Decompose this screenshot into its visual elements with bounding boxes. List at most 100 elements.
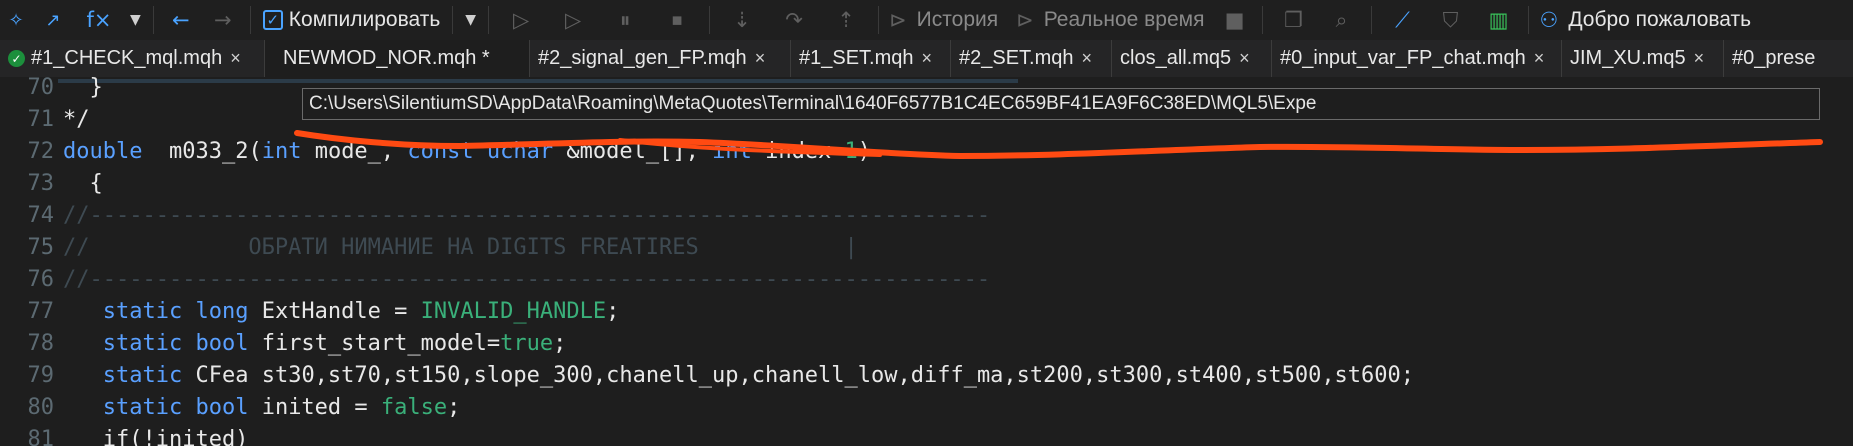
code-token: ) bbox=[857, 139, 872, 164]
toolbar-divider bbox=[1371, 6, 1373, 34]
compile-button[interactable]: ✓ Компилировать bbox=[257, 0, 440, 40]
toolbar: ✧ ↗ f× ▼ ← → ✓ Компилировать ▼ ▷ ▷ ⏸ ⏹ ⇣… bbox=[0, 0, 1853, 41]
step-out-icon[interactable]: ⇡ bbox=[820, 4, 872, 36]
line-number: 80 bbox=[27, 395, 55, 420]
code-line[interactable]: 81 if(!inited) bbox=[0, 424, 1853, 446]
search-icon[interactable]: ⌕ bbox=[1317, 4, 1365, 36]
line-number: 78 bbox=[27, 331, 55, 356]
nav-group: ← → bbox=[160, 0, 244, 40]
formula-button[interactable]: f× bbox=[74, 4, 124, 36]
code-keyword: static bool bbox=[102, 395, 249, 420]
code-line[interactable]: 80 static bool inited = false; bbox=[0, 392, 1853, 424]
copy-icon[interactable]: ❐ bbox=[1269, 4, 1317, 36]
tab-clos-all[interactable]: clos_all.mq5 × bbox=[1112, 40, 1272, 77]
toolbar-divider bbox=[1262, 6, 1264, 34]
history-label: История bbox=[916, 8, 999, 31]
history-icon: ⊳ bbox=[889, 8, 907, 32]
code-line[interactable]: 75 // ОБРАТИ НИМАНИЕ НА DIGITS FREATIRES … bbox=[0, 232, 1853, 264]
line-number: 71 bbox=[27, 107, 55, 132]
code-line[interactable]: 72 double m033_2(int mode_, const uchar &… bbox=[0, 136, 1853, 168]
code-keyword: static bool bbox=[102, 331, 249, 356]
sparkle-icon[interactable]: ✧ bbox=[0, 4, 32, 36]
user-icon: ⚇ bbox=[1539, 8, 1559, 32]
code-line[interactable]: 77 static long ExtHandle = INVALID_HANDL… bbox=[0, 296, 1853, 328]
close-icon[interactable]: × bbox=[230, 48, 241, 69]
close-icon[interactable]: × bbox=[1534, 48, 1545, 69]
play-history-icon[interactable]: ▷ bbox=[547, 4, 599, 36]
tab-0-input-var-fp-chat[interactable]: #0_input_var_FP_chat.mqh × bbox=[1272, 40, 1562, 77]
compile-dropdown-chevron-icon[interactable]: ▼ bbox=[459, 12, 482, 28]
code-editor[interactable]: 70 } 71 */72 double m033_2(int mode_, const… bbox=[0, 77, 1853, 446]
chevron-down-icon[interactable]: ▼ bbox=[124, 12, 147, 28]
line-number: 76 bbox=[27, 267, 55, 292]
stop-square-icon[interactable]: ■ bbox=[1212, 4, 1256, 36]
tools-group: ❐ ⌕ bbox=[1269, 0, 1365, 40]
code-token: &model_[], bbox=[553, 139, 713, 164]
tab-label: #2_SET.mqh bbox=[959, 47, 1074, 69]
tab-jim-xu[interactable]: JIM_XU.mq5 × bbox=[1562, 40, 1724, 77]
shield-icon[interactable]: ⛉ bbox=[1426, 4, 1474, 36]
welcome-label: Добро пожаловать bbox=[1568, 8, 1752, 31]
code-token: mode_, bbox=[301, 139, 408, 164]
code-line[interactable]: 73 { bbox=[0, 168, 1853, 200]
terminal-group: ⟋ ⛉ ▥ bbox=[1378, 0, 1522, 40]
code-line[interactable]: 78 static bool first_start_model=true; bbox=[0, 328, 1853, 360]
code-comment: //--------------------------------------… bbox=[63, 203, 991, 228]
code-literal: false bbox=[380, 395, 448, 420]
tab-2-signal-gen-fp[interactable]: #2_signal_gen_FP.mqh × bbox=[530, 40, 791, 77]
code-text: static long ExtHandle = INVALID_HANDLE; bbox=[63, 296, 620, 328]
code-keyword: const uchar bbox=[407, 139, 554, 164]
formula-icon: f× bbox=[86, 8, 112, 32]
welcome-button[interactable]: ⚇ Добро пожаловать bbox=[1535, 0, 1751, 40]
tab-label: #1_SET.mqh bbox=[799, 47, 914, 69]
play-icon[interactable]: ▷ bbox=[495, 4, 547, 36]
line-number: 75 bbox=[27, 235, 55, 260]
stop-icon[interactable]: ⏹ bbox=[651, 4, 703, 36]
close-icon[interactable]: × bbox=[1694, 48, 1705, 69]
code-text: static bool inited = false; bbox=[63, 392, 461, 424]
code-keyword: static long bbox=[102, 299, 249, 324]
tab-2-set[interactable]: #2_SET.mqh × bbox=[951, 40, 1112, 77]
code-text: { bbox=[63, 171, 103, 196]
line-number: 81 bbox=[27, 427, 55, 446]
toolbar-divider bbox=[152, 6, 154, 34]
close-icon[interactable]: × bbox=[922, 48, 933, 69]
code-text: } bbox=[63, 77, 103, 100]
var-arrow-icon[interactable]: ↗ bbox=[32, 4, 74, 36]
code-text: if(!inited) bbox=[63, 427, 249, 446]
back-arrow-icon[interactable]: ← bbox=[160, 4, 202, 36]
step-into-icon[interactable]: ⇣ bbox=[716, 4, 768, 36]
tab-1-check-mql[interactable]: ✓ #1_CHECK_mql.mqh × bbox=[0, 40, 265, 77]
tab-label: #0_prese bbox=[1732, 47, 1816, 69]
close-icon[interactable]: × bbox=[1082, 48, 1093, 69]
code-literal: 1 bbox=[844, 139, 858, 164]
close-icon[interactable]: × bbox=[755, 48, 766, 69]
close-icon[interactable]: × bbox=[1239, 48, 1250, 69]
line-number: 77 bbox=[27, 299, 55, 324]
code-text: static CFea st30,st70,st150,slope_300,ch… bbox=[63, 360, 1414, 392]
tab-1-set[interactable]: #1_SET.mqh × bbox=[791, 40, 951, 77]
line-number: 74 bbox=[27, 203, 55, 228]
code-token: ; bbox=[553, 331, 567, 356]
code-line[interactable]: 74 //------------------------------------… bbox=[0, 200, 1853, 232]
step-over-icon[interactable]: ↷ bbox=[768, 4, 820, 36]
realtime-button[interactable]: ⊳ Реальное время bbox=[1012, 0, 1204, 40]
code-keyword: double bbox=[63, 139, 143, 164]
forward-arrow-icon[interactable]: → bbox=[202, 4, 244, 36]
code-keyword: int bbox=[712, 139, 752, 164]
code-line[interactable]: 76 //------------------------------------… bbox=[0, 264, 1853, 296]
pause-icon[interactable]: ⏸ bbox=[599, 4, 651, 36]
file-tabs: ✓ #1_CHECK_mql.mqh × NEWMOD_NOR.mqh * #2… bbox=[0, 40, 1853, 78]
tab-newmod-nor[interactable]: NEWMOD_NOR.mqh * bbox=[265, 40, 530, 77]
history-button[interactable]: ⊳ История bbox=[885, 0, 998, 40]
tab-label: JIM_XU.mq5 bbox=[1570, 47, 1686, 69]
tab-0-prese[interactable]: #0_prese bbox=[1724, 40, 1853, 77]
ruler-icon[interactable]: ⟋ bbox=[1378, 4, 1426, 36]
code-line[interactable]: 79 static CFea st30,st70,st150,slope_300… bbox=[0, 360, 1853, 392]
line-number: 70 bbox=[27, 77, 55, 100]
line-number: 79 bbox=[27, 363, 55, 388]
candles-icon[interactable]: ▥ bbox=[1474, 4, 1522, 36]
